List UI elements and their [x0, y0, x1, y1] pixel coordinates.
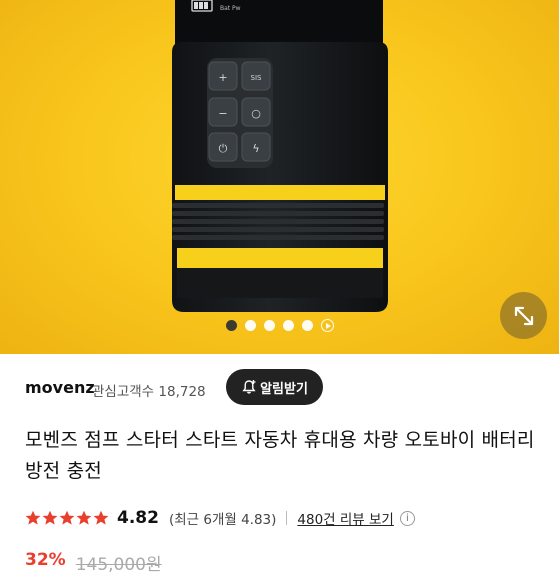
- expand-button[interactable]: [500, 292, 547, 339]
- star-icon: [25, 510, 41, 525]
- product-title: 모벤즈 점프 스타터 스타트 자동차 휴대용 차량 오토바이 배터리 방전 충전: [25, 429, 535, 482]
- price-row: 32% 145,000원: [25, 550, 162, 575]
- notify-label: 알림받기: [260, 381, 308, 397]
- svg-text:ϟ: ϟ: [252, 142, 259, 155]
- gallery-dot-3[interactable]: [263, 320, 275, 331]
- gallery-dot-5[interactable]: [301, 320, 313, 331]
- star-icon: [76, 510, 92, 525]
- reviews-link[interactable]: 480건 리뷰 보기: [297, 508, 393, 528]
- original-price: 145,000원: [75, 555, 162, 575]
- notify-button[interactable]: 알림받기: [226, 369, 323, 405]
- gallery-dot-1[interactable]: [225, 320, 237, 331]
- svg-text:SIS: SIS: [251, 74, 263, 82]
- seller-name[interactable]: movenz: [25, 378, 95, 397]
- star-icon: [59, 510, 75, 525]
- expand-arrows-icon: [514, 306, 533, 325]
- product-image-gallery[interactable]: Bat Pw + SIS − ○ ⏻ ϟ: [0, 0, 559, 354]
- svg-text:+: +: [218, 71, 227, 84]
- star-icon: [42, 510, 58, 525]
- rating-row: 4.82 (최근 6개월 4.83) 480건 리뷰 보기 i: [25, 505, 415, 531]
- rating-score: 4.82: [117, 508, 159, 528]
- device-screen-text: Bat Pw: [220, 5, 241, 12]
- video-play-icon[interactable]: [320, 319, 334, 332]
- follower-count: 관심고객수 18,728: [92, 384, 206, 400]
- gallery-dot-2[interactable]: [244, 320, 256, 331]
- info-icon[interactable]: i: [399, 510, 415, 526]
- svg-text:○: ○: [251, 107, 261, 120]
- svg-text:⏻: ⏻: [219, 142, 228, 155]
- star-icon: [93, 510, 109, 525]
- divider: [286, 511, 288, 525]
- discount-rate: 32%: [25, 550, 66, 570]
- recent-rating: (최근 6개월 4.83): [168, 512, 277, 528]
- star-rating: [25, 510, 109, 526]
- gallery-dot-4[interactable]: [282, 320, 294, 331]
- product-photo: Bat Pw + SIS − ○ ⏻ ϟ: [172, 0, 388, 312]
- seller-row: movenz 관심고객수 18,728 알림받기: [0, 365, 559, 410]
- bell-plus-icon: [242, 380, 256, 394]
- svg-text:−: −: [218, 107, 227, 120]
- gallery-indicator: [0, 319, 559, 333]
